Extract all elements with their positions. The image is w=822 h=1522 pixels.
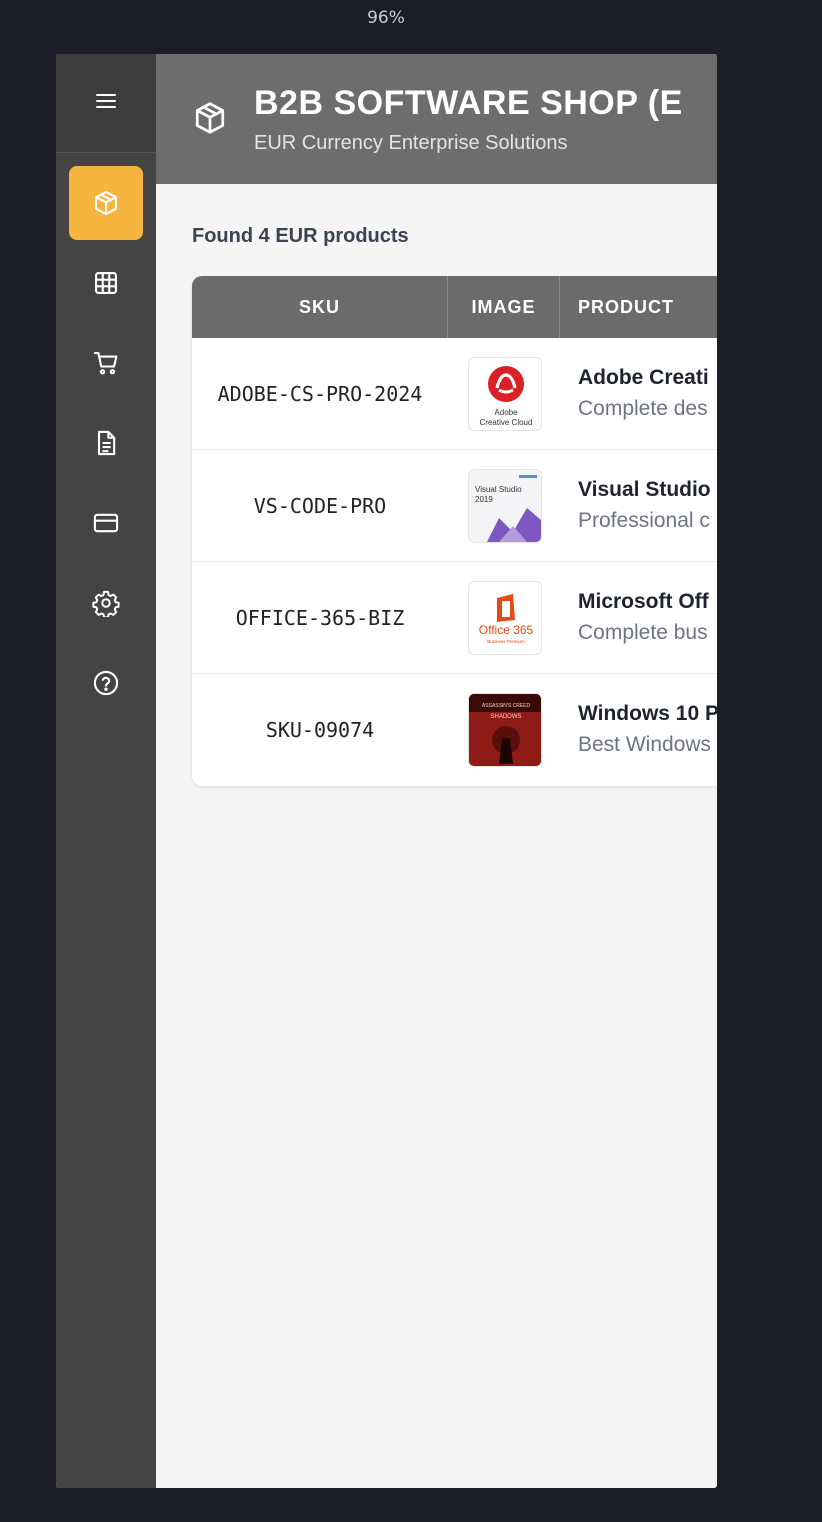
product-name[interactable]: Visual Studio — [578, 478, 711, 502]
page-header: B2B SOFTWARE SHOP (E EUR Currency Enterp… — [156, 54, 717, 184]
hamburger-icon[interactable] — [95, 92, 117, 115]
page-subtitle: EUR Currency Enterprise Solutions — [254, 132, 568, 154]
column-header-image[interactable]: IMAGE — [448, 276, 560, 338]
zoom-level: 96% — [367, 8, 405, 28]
sidebar-item-help[interactable] — [69, 646, 143, 720]
cart-icon — [93, 352, 118, 375]
table-row[interactable]: OFFICE-365-BIZ Office 365 Business Premi… — [192, 562, 717, 674]
table-header: SKU IMAGE PRODUCT — [192, 276, 717, 338]
product-thumbnail[interactable]: Adobe Creative Cloud — [468, 357, 542, 431]
thumbnail-label: 2019 — [475, 495, 493, 504]
product-name[interactable]: Microsoft Off — [578, 590, 709, 614]
thumbnail-label: Office 365 — [479, 623, 534, 637]
thumbnail-label: Adobe — [494, 408, 518, 417]
table-row[interactable]: ADOBE-CS-PRO-2024 Adobe Creative Cloud A… — [192, 338, 717, 450]
sidebar-item-settings[interactable] — [69, 566, 143, 640]
document-icon — [97, 430, 116, 456]
sku-cell: ADOBE-CS-PRO-2024 — [217, 382, 423, 406]
sidebar-header — [56, 54, 156, 153]
gear-icon — [92, 590, 120, 617]
thumbnail-label: Creative Cloud — [480, 418, 533, 427]
column-header-product[interactable]: PRODUCT — [578, 276, 674, 338]
product-thumbnail[interactable]: Visual Studio 2019 — [468, 469, 542, 543]
box-icon — [195, 102, 225, 134]
results-count: Found 4 EUR products — [192, 225, 409, 247]
column-header-sku[interactable]: SKU — [192, 276, 448, 338]
help-icon — [93, 670, 119, 696]
product-name[interactable]: Windows 10 P — [578, 702, 717, 726]
sidebar-item-cart[interactable] — [69, 326, 143, 400]
grid-icon — [95, 272, 117, 294]
sidebar-item-catalog[interactable] — [69, 246, 143, 320]
product-name[interactable]: Adobe Creati — [578, 366, 709, 390]
product-description: Complete bus — [578, 621, 708, 644]
table-row[interactable]: VS-CODE-PRO Visual Studio 2019 Visual St… — [192, 450, 717, 562]
sidebar-item-documents[interactable] — [69, 406, 143, 480]
product-description: Professional c — [578, 509, 710, 532]
box-icon — [95, 190, 117, 216]
product-thumbnail[interactable]: ASSASSIN'S CREED SHADOWS — [468, 693, 542, 767]
table-row[interactable]: SKU-09074 ASSASSIN'S CREED SHADOWS Windo… — [192, 674, 717, 786]
thumbnail-label: SHADOWS — [490, 714, 521, 720]
credit-card-icon — [93, 513, 119, 533]
thumbnail-label: Visual Studio — [475, 485, 522, 494]
product-description: Best Windows — [578, 733, 712, 756]
sku-cell: OFFICE-365-BIZ — [235, 606, 405, 630]
sidebar-item-products[interactable] — [69, 166, 143, 240]
sku-cell: VS-CODE-PRO — [253, 494, 387, 518]
products-table: SKU IMAGE PRODUCT ADOBE-CS-PRO-2024 Adob… — [192, 276, 717, 786]
product-thumbnail[interactable]: Office 365 Business Premium — [468, 581, 542, 655]
thumbnail-label: Business Premium — [487, 639, 525, 644]
sku-cell: SKU-09074 — [265, 718, 375, 742]
sidebar-item-payments[interactable] — [69, 486, 143, 560]
product-description: Complete des — [578, 397, 708, 420]
page-title: B2B SOFTWARE SHOP (E — [254, 84, 683, 122]
app-window: B2B SOFTWARE SHOP (E EUR Currency Enterp… — [56, 54, 717, 1488]
sidebar — [56, 54, 156, 1488]
thumbnail-label: ASSASSIN'S CREED — [482, 703, 531, 709]
